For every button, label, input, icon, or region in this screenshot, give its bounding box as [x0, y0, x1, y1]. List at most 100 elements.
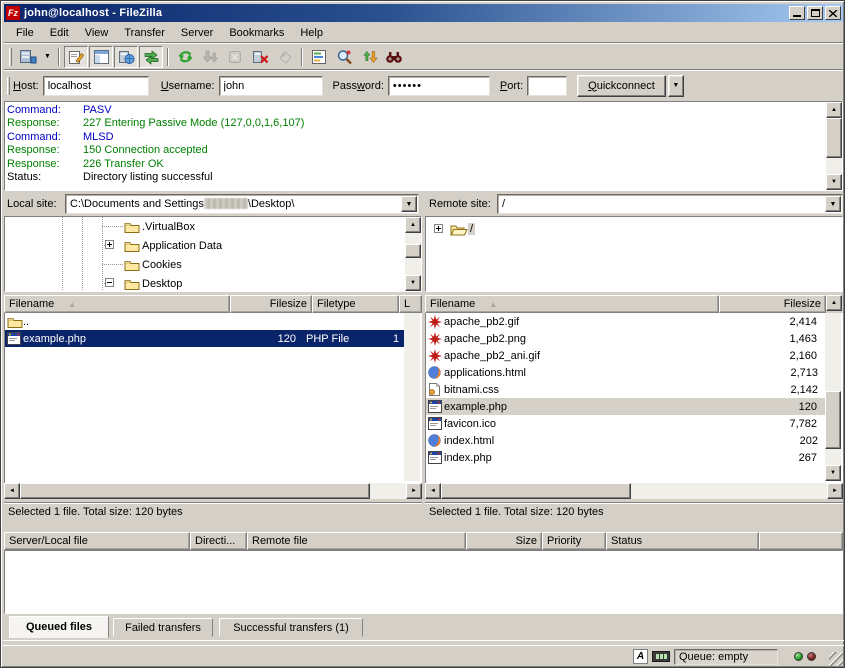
- local-site-combobox[interactable]: C:\Documents and Settings\Desktop\ ▼: [65, 194, 419, 214]
- local-h-scrollbar[interactable]: ◄ ►: [4, 483, 422, 499]
- queue-list[interactable]: [4, 550, 843, 614]
- find-files-button[interactable]: [382, 46, 406, 68]
- scroll-right-button[interactable]: ►: [827, 483, 843, 499]
- tree-item-cookies[interactable]: Cookies: [124, 255, 184, 274]
- scroll-up-button[interactable]: ▲: [405, 217, 421, 233]
- close-button[interactable]: [825, 6, 841, 20]
- scroll-thumb[interactable]: [826, 118, 842, 158]
- scroll-thumb[interactable]: [825, 391, 841, 449]
- remote-site-dropdown[interactable]: ▼: [825, 196, 841, 212]
- toggle-message-log-button[interactable]: [64, 46, 88, 68]
- file-row-example-php[interactable]: example.php 120 PHP File 1: [5, 330, 406, 347]
- column-header-filesize[interactable]: Filesize: [719, 295, 826, 313]
- column-header-blank[interactable]: [759, 532, 843, 550]
- quickconnect-gripper[interactable]: [7, 77, 10, 95]
- compare-directories-button[interactable]: [332, 46, 356, 68]
- menu-server[interactable]: Server: [173, 25, 221, 41]
- column-header-filetype[interactable]: Filetype: [312, 295, 399, 313]
- file-row-parent-dir[interactable]: ..: [5, 313, 406, 330]
- directory-filters-button[interactable]: [307, 46, 331, 68]
- scroll-thumb[interactable]: [441, 483, 631, 499]
- refresh-button[interactable]: [173, 46, 197, 68]
- column-header-remote-file[interactable]: Remote file: [247, 532, 466, 550]
- data-type-badge-icon[interactable]: [652, 651, 670, 662]
- scroll-right-button[interactable]: ►: [406, 483, 422, 499]
- synchronized-browsing-button[interactable]: [357, 46, 381, 68]
- log-scrollbar[interactable]: ▲ ▼: [826, 102, 842, 190]
- menu-file[interactable]: File: [8, 25, 42, 41]
- site-manager-dropdown[interactable]: ▼: [41, 46, 54, 68]
- local-list-scrollbar[interactable]: [404, 313, 420, 481]
- minimize-button[interactable]: [789, 6, 805, 20]
- transfer-type-icon[interactable]: A: [633, 649, 648, 664]
- file-row[interactable]: index.php 267: [426, 449, 827, 466]
- scroll-thumb[interactable]: [20, 483, 370, 499]
- file-row[interactable]: apache_pb2_ani.gif 2,160: [426, 347, 827, 364]
- password-input[interactable]: [388, 76, 490, 96]
- file-row-selected[interactable]: example.php 120: [426, 398, 827, 415]
- column-header-priority[interactable]: Priority: [542, 532, 606, 550]
- tab-failed-transfers[interactable]: Failed transfers: [113, 618, 213, 637]
- column-header-status[interactable]: Status: [606, 532, 759, 550]
- port-input[interactable]: [527, 76, 567, 96]
- scroll-left-button[interactable]: ◄: [4, 483, 20, 499]
- tree-item-application-data[interactable]: Application Data: [124, 236, 224, 255]
- username-input[interactable]: [219, 76, 323, 96]
- menu-bookmarks[interactable]: Bookmarks: [221, 25, 292, 41]
- toolbar-gripper[interactable]: [9, 48, 12, 66]
- local-tree[interactable]: .VirtualBox Application Data Cookies Des…: [4, 216, 422, 292]
- column-header-direction[interactable]: Directi...: [190, 532, 247, 550]
- remote-h-scrollbar[interactable]: ◄ ►: [425, 483, 843, 499]
- maximize-button[interactable]: [807, 6, 823, 20]
- scroll-down-button[interactable]: ▼: [825, 465, 841, 481]
- site-manager-button[interactable]: [16, 46, 40, 68]
- column-header-size[interactable]: Size: [466, 532, 542, 550]
- scroll-left-button[interactable]: ◄: [425, 483, 441, 499]
- file-row[interactable]: bitnami.css 2,142: [426, 381, 827, 398]
- host-input[interactable]: [43, 76, 149, 96]
- column-header-filename[interactable]: Filename▲: [4, 295, 230, 313]
- tab-successful-transfers[interactable]: Successful transfers (1): [219, 618, 363, 637]
- menu-view[interactable]: View: [77, 25, 117, 41]
- menu-help[interactable]: Help: [292, 25, 331, 41]
- file-row[interactable]: apache_pb2.gif 2,414: [426, 313, 827, 330]
- menu-edit[interactable]: Edit: [42, 25, 77, 41]
- file-row[interactable]: applications.html 2,713: [426, 364, 827, 381]
- quickconnect-dropdown[interactable]: ▼: [668, 75, 684, 97]
- cancel-operation-button[interactable]: [223, 46, 247, 68]
- file-row[interactable]: favicon.ico 7,782: [426, 415, 827, 432]
- message-log[interactable]: Command:PASV Response:227 Entering Passi…: [4, 101, 843, 191]
- tab-queued-files[interactable]: Queued files: [9, 616, 109, 638]
- local-file-list[interactable]: .. example.php 120 PHP File 1: [4, 313, 422, 483]
- toggle-transfer-queue-button[interactable]: [139, 46, 163, 68]
- scroll-down-button[interactable]: ▼: [826, 174, 842, 190]
- scroll-thumb[interactable]: [405, 244, 421, 258]
- expand-minus-icon[interactable]: [105, 278, 114, 287]
- scroll-up-button[interactable]: ▲: [826, 102, 842, 118]
- quickconnect-button[interactable]: Quickconnect: [577, 75, 666, 97]
- titlebar[interactable]: Fz john@localhost - FileZilla: [4, 4, 843, 22]
- remote-list-scrollbar[interactable]: ▼: [825, 313, 841, 481]
- scroll-down-button[interactable]: ▼: [405, 275, 421, 291]
- menu-transfer[interactable]: Transfer: [116, 25, 173, 41]
- resize-grip[interactable]: [829, 652, 843, 666]
- column-header-lastmodified[interactable]: L: [399, 295, 422, 313]
- scroll-up-button[interactable]: ▲: [826, 295, 842, 311]
- file-row[interactable]: apache_pb2.png 1,463: [426, 330, 827, 347]
- local-tree-scrollbar[interactable]: ▲ ▼: [405, 217, 421, 291]
- local-site-dropdown[interactable]: ▼: [401, 196, 417, 212]
- expand-plus-icon[interactable]: [434, 224, 443, 233]
- tree-item-virtualbox[interactable]: .VirtualBox: [124, 217, 197, 236]
- process-queue-button[interactable]: [198, 46, 222, 68]
- expand-plus-icon[interactable]: [105, 240, 114, 249]
- disconnect-button[interactable]: [248, 46, 272, 68]
- column-header-filesize[interactable]: Filesize: [230, 295, 312, 313]
- file-row[interactable]: index.html 202: [426, 432, 827, 449]
- column-header-filename[interactable]: Filename▲: [425, 295, 719, 313]
- tree-item-root[interactable]: /: [450, 219, 475, 238]
- tree-item-desktop[interactable]: Desktop: [124, 274, 184, 292]
- remote-site-combobox[interactable]: / ▼: [497, 194, 843, 214]
- toggle-local-tree-button[interactable]: [89, 46, 113, 68]
- remote-file-list[interactable]: apache_pb2.gif 2,414 apache_pb2.png 1,46…: [425, 313, 843, 483]
- toggle-remote-tree-button[interactable]: [114, 46, 138, 68]
